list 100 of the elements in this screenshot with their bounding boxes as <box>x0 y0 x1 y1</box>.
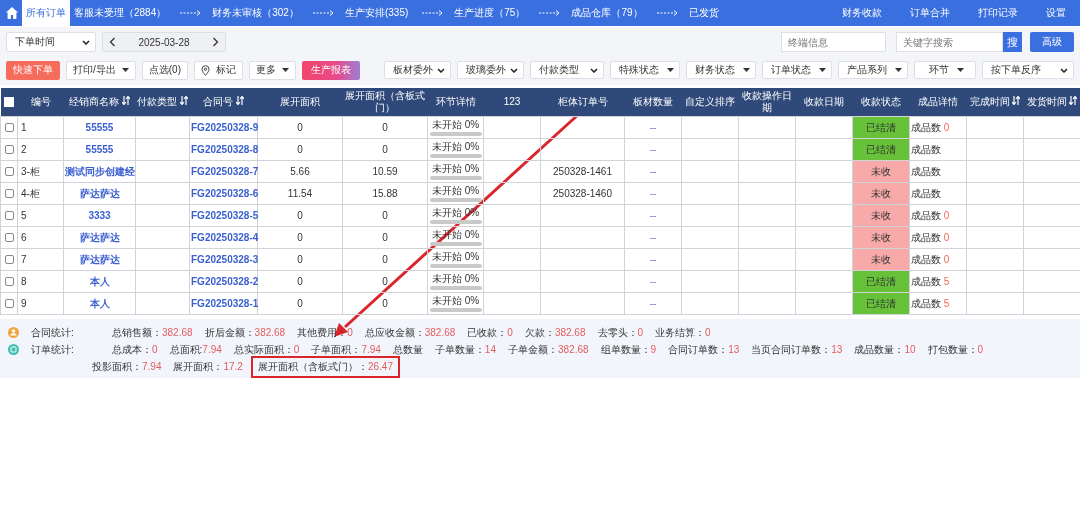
row-checkbox[interactable] <box>4 299 14 309</box>
nav-link[interactable]: 订单合并 <box>896 0 964 26</box>
previous-icon[interactable] <box>109 37 116 47</box>
search-field[interactable]: 关键字搜索 <box>896 32 1003 52</box>
stat-item: 业务结算：0 <box>655 325 711 340</box>
filter-select[interactable]: 产品系列 <box>838 61 908 79</box>
advanced-button[interactable]: 高级 <box>1030 32 1074 52</box>
column-header[interactable]: 付款类型 <box>135 88 190 117</box>
stat-item: 组单数量：9 <box>600 342 657 357</box>
order-number: 7 <box>21 253 27 265</box>
filter-select[interactable]: 订单状态 <box>762 61 832 79</box>
table-cell: -- <box>649 209 657 221</box>
column-header[interactable]: 发货时间 <box>1023 88 1080 117</box>
nav-link[interactable]: 设置 <box>1032 0 1080 26</box>
column-header[interactable]: 经销商名称 <box>63 88 136 117</box>
stat-item: 总面积:7.94 <box>169 342 222 357</box>
toolbar-button[interactable]: 更多 <box>249 60 296 80</box>
table-cell: 0 <box>382 121 388 133</box>
row-checkbox[interactable] <box>4 255 14 265</box>
table-cell: 0 <box>297 209 303 221</box>
dealer-link[interactable]: 本人 <box>89 297 110 309</box>
nav-tab[interactable]: 所有订单 <box>22 0 70 26</box>
filter-select[interactable]: 环节 <box>914 61 976 79</box>
list-icon <box>8 344 19 355</box>
column-header[interactable]: 合同号 <box>189 88 258 117</box>
table-cell: 15.88 <box>372 187 398 199</box>
nav-tab[interactable]: 生产进度（75） <box>450 0 530 26</box>
filter-select[interactable]: 付款类型 <box>530 61 604 79</box>
filter-select[interactable]: 玻璃委外 <box>457 61 524 79</box>
table-cell: -- <box>649 275 657 287</box>
stat-item: 总实际面积：0 <box>233 342 300 357</box>
column-header: 展开面积（含板式门） <box>342 88 428 117</box>
nav-tab[interactable]: 生产安排(335) <box>340 0 413 26</box>
stat-item: 去零头：0 <box>597 325 644 340</box>
sort-icon[interactable] <box>121 96 130 105</box>
toolbar-button[interactable]: 标记 <box>194 60 243 80</box>
nav-link[interactable]: 财务收款 <box>828 0 896 26</box>
date-type-select[interactable]: 下单时间 <box>6 32 96 52</box>
caret-icon <box>743 68 750 72</box>
filter-select[interactable]: 板材委外 <box>384 61 451 79</box>
order-number: 9 <box>21 297 27 309</box>
arrow-icon <box>180 10 203 16</box>
search-button[interactable]: 搜 <box>1003 32 1022 52</box>
sort-icon[interactable] <box>1012 96 1021 105</box>
table-cell: 0 <box>297 253 303 265</box>
dealer-link[interactable]: 本人 <box>89 275 110 287</box>
chevron-icon <box>82 39 90 45</box>
row-checkbox[interactable] <box>4 277 14 287</box>
product-label: 成品数 <box>911 297 941 309</box>
order-number: 4-柜 <box>21 187 40 199</box>
nav-tab[interactable]: 财务未审核（302） <box>208 0 303 26</box>
product-label: 成品数 <box>911 209 941 221</box>
product-count: 0 <box>943 121 950 133</box>
stat-item: 总应收金额：382.68 <box>364 325 456 340</box>
table-cell: 0 <box>297 231 303 243</box>
order-number: 1 <box>21 121 27 133</box>
stat-item: 当页合同订单数：13 <box>751 342 843 357</box>
row-checkbox[interactable] <box>4 123 14 133</box>
nav-tab[interactable]: 成品仓库（79） <box>567 0 647 26</box>
toolbar-button[interactable]: 打印/导出 <box>66 60 136 80</box>
table-cell: -- <box>649 253 657 265</box>
table-cell: 0 <box>382 253 388 265</box>
nav-tab[interactable]: 已发货 <box>684 0 723 26</box>
filter-select[interactable]: 特殊状态 <box>610 61 680 79</box>
next-icon[interactable] <box>212 37 219 47</box>
row-checkbox[interactable] <box>4 167 14 177</box>
select-all-checkbox[interactable] <box>4 97 14 108</box>
sort-icon[interactable] <box>179 96 188 105</box>
person-icon <box>8 327 19 338</box>
date-picker[interactable]: 2025-03-28 <box>102 32 226 52</box>
nav-tab[interactable]: 客服未受理（2884） <box>70 0 171 26</box>
home-icon[interactable] <box>5 6 19 20</box>
payment-status: 已结清 <box>852 116 910 139</box>
column-header: 收款状态 <box>852 88 910 117</box>
column-header: 收款日期 <box>795 88 853 117</box>
column-header[interactable]: 完成时间 <box>966 88 1024 117</box>
toolbar-button[interactable]: 生产报表 <box>302 60 360 80</box>
sort-icon[interactable] <box>235 96 244 105</box>
row-checkbox[interactable] <box>4 233 14 243</box>
toolbar-button[interactable]: 点选(0) <box>141 60 188 80</box>
sort-icon[interactable] <box>1069 96 1078 105</box>
table-cell: 0 <box>297 121 303 133</box>
row-checkbox[interactable] <box>4 189 14 199</box>
nav-link[interactable]: 打印记录 <box>964 0 1032 26</box>
progress-text: 未开始 0% <box>431 119 480 130</box>
row-checkbox[interactable] <box>4 145 14 155</box>
terminal-field[interactable]: 终端信息 <box>781 32 886 52</box>
row-checkbox[interactable] <box>4 211 14 221</box>
order-number: 6 <box>21 231 27 243</box>
table-cell: 250328-1461 <box>553 165 612 177</box>
arrow-icon <box>312 10 335 16</box>
progress-text: 未开始 0% <box>431 163 480 174</box>
column-header: 收款操作日期 <box>738 88 796 117</box>
table-cell: -- <box>649 121 657 133</box>
stat-item: 投影面积：7.94 <box>92 359 162 374</box>
filter-select[interactable]: 财务状态 <box>686 61 756 79</box>
filter-select[interactable]: 按下单反序 <box>982 61 1074 79</box>
stat-item: 打包数量：0 <box>927 342 984 357</box>
column-header: 环节详情 <box>427 88 484 117</box>
dealer-link[interactable]: 3333 <box>88 209 111 221</box>
